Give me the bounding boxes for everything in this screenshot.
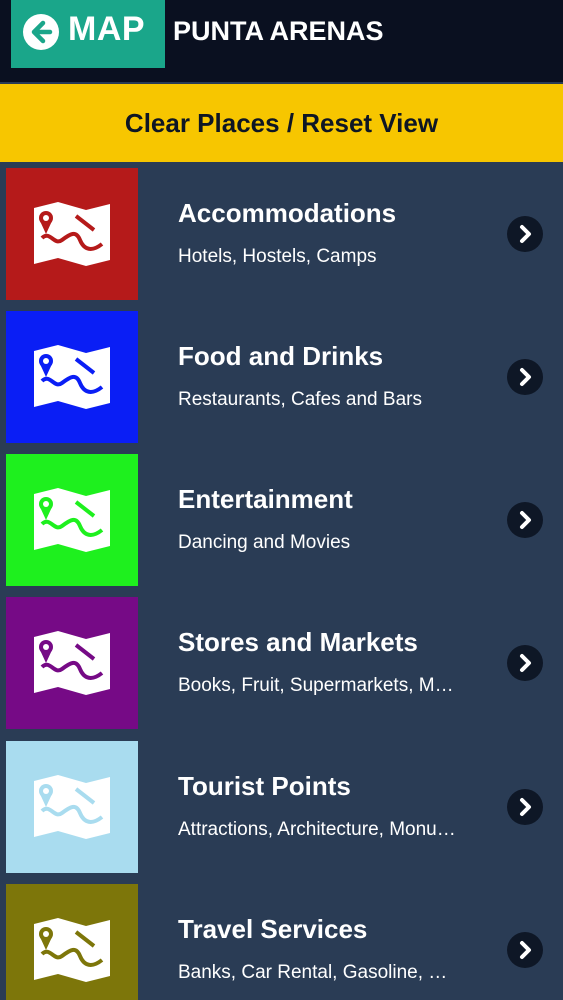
page-title: PUNTA ARENAS bbox=[173, 16, 384, 46]
category-title: Entertainment bbox=[178, 484, 353, 514]
category-subtitle: Restaurants, Cafes and Bars bbox=[178, 389, 422, 410]
category-title: Travel Services bbox=[178, 914, 368, 944]
category-row[interactable]: Entertainment Dancing and Movies bbox=[0, 454, 563, 586]
clear-button-label: Clear Places / Reset View bbox=[124, 107, 439, 138]
chevron-right-icon[interactable] bbox=[507, 932, 543, 968]
category-row[interactable]: Accommodations Hotels, Hostels, Camps bbox=[0, 168, 563, 300]
chevron-right-icon[interactable] bbox=[507, 216, 543, 252]
category-tile bbox=[6, 597, 138, 729]
category-title: Tourist Points bbox=[178, 771, 351, 801]
back-button-label: MAP bbox=[68, 10, 146, 48]
category-tile bbox=[6, 741, 138, 873]
clear-places-reset-view-button[interactable]: Clear Places / Reset View bbox=[0, 84, 563, 162]
category-tile bbox=[6, 884, 138, 1000]
category-title: Stores and Markets bbox=[178, 627, 418, 657]
category-row[interactable]: Food and Drinks Restaurants, Cafes and Ba… bbox=[0, 311, 563, 443]
top-bar: MAP PUNTA ARENAS bbox=[0, 0, 563, 82]
back-to-map-button[interactable]: MAP bbox=[11, 0, 165, 68]
chevron-right-icon[interactable] bbox=[507, 645, 543, 681]
chevron-right-icon[interactable] bbox=[507, 359, 543, 395]
category-tile bbox=[6, 454, 138, 586]
category-subtitle: Books, Fruit, Supermarkets, M… bbox=[178, 675, 454, 696]
arrow-left-icon bbox=[23, 14, 59, 50]
chevron-right-icon[interactable] bbox=[507, 789, 543, 825]
chevron-right-icon[interactable] bbox=[507, 502, 543, 538]
category-row[interactable]: Travel Services Banks, Car Rental, Gasoli… bbox=[0, 884, 563, 1000]
category-subtitle: Attractions, Architecture, Monu… bbox=[178, 819, 456, 840]
category-title: Accommodations bbox=[178, 198, 397, 228]
category-tile bbox=[6, 311, 138, 443]
category-subtitle: Dancing and Movies bbox=[178, 532, 351, 553]
category-tile bbox=[6, 168, 138, 300]
category-subtitle: Hotels, Hostels, Camps bbox=[178, 246, 377, 267]
category-row[interactable]: Stores and Markets Books, Fruit, Supermar… bbox=[0, 597, 563, 729]
category-subtitle: Banks, Car Rental, Gasoline, … bbox=[178, 962, 448, 983]
category-row[interactable]: Tourist Points Attractions, Architecture,… bbox=[0, 741, 563, 873]
category-title: Food and Drinks bbox=[178, 341, 384, 371]
